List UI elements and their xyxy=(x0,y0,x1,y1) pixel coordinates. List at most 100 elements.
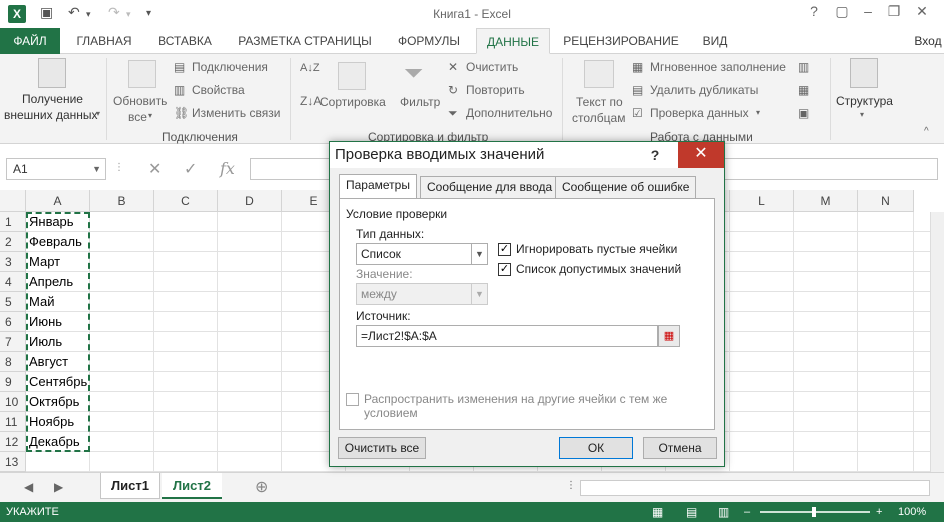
sort-az-icon[interactable]: A↓Z xyxy=(300,62,320,74)
row-header[interactable]: 3 xyxy=(0,252,26,272)
horizontal-scrollbar[interactable] xyxy=(580,480,930,496)
cell-a[interactable]: Январь xyxy=(26,212,90,232)
sort-button[interactable]: Сортировка xyxy=(320,95,386,109)
ok-button[interactable]: ОК xyxy=(559,437,633,459)
outline-button[interactable]: Структура xyxy=(836,94,893,108)
cell-a[interactable]: Декабрь xyxy=(26,432,90,452)
tab-review[interactable]: РЕЦЕНЗИРОВАНИЕ xyxy=(556,28,686,54)
column-header[interactable]: M xyxy=(794,190,858,212)
tab-home[interactable]: ГЛАВНАЯ xyxy=(66,28,142,54)
consolidate-icon[interactable]: ▥ xyxy=(798,60,809,74)
dialog-title-bar[interactable]: Проверка вводимых значений ? ✕ xyxy=(330,142,724,168)
reapply-button[interactable]: Повторить xyxy=(466,83,525,97)
clear-button[interactable]: Очистить xyxy=(466,60,518,74)
refresh-all-button[interactable]: Обновить xyxy=(113,94,167,108)
row-header[interactable]: 9 xyxy=(0,372,26,392)
cell-a[interactable]: Апрель xyxy=(26,272,90,292)
page-break-view-icon[interactable]: ▥ xyxy=(718,502,729,522)
dialog-help-button[interactable]: ? xyxy=(632,142,678,168)
tab-formulas[interactable]: ФОРМУЛЫ xyxy=(388,28,470,54)
row-header[interactable]: 7 xyxy=(0,332,26,352)
sort-za-icon[interactable]: Z↓A xyxy=(300,94,321,108)
cell-a[interactable]: Октябрь xyxy=(26,392,90,412)
page-layout-view-icon[interactable]: ▤ xyxy=(686,502,697,522)
zoom-out-icon[interactable]: – xyxy=(744,502,750,522)
select-all-corner[interactable] xyxy=(0,190,26,212)
help-icon[interactable]: ? xyxy=(804,3,824,19)
column-header[interactable]: C xyxy=(154,190,218,212)
source-input[interactable]: =Лист2!$A:$A xyxy=(356,325,658,347)
tab-insert[interactable]: ВСТАВКА xyxy=(148,28,222,54)
properties-button[interactable]: Свойства xyxy=(192,83,245,97)
what-if-icon[interactable]: ▦ xyxy=(798,83,809,97)
close-icon[interactable]: ✕ xyxy=(912,3,932,20)
connections-button[interactable]: Подключения xyxy=(192,60,268,74)
column-header[interactable]: A xyxy=(26,190,90,212)
add-sheet-icon[interactable]: ⊕ xyxy=(255,477,268,497)
ignore-blank-label[interactable]: Игнорировать пустые ячейки xyxy=(516,242,677,256)
tab-file[interactable]: ФАЙЛ xyxy=(0,28,60,54)
tab-input-message[interactable]: Сообщение для ввода xyxy=(420,176,560,198)
row-header[interactable]: 4 xyxy=(0,272,26,292)
row-header[interactable]: 6 xyxy=(0,312,26,332)
dialog-close-button[interactable]: ✕ xyxy=(678,142,724,168)
sign-in-link[interactable]: Вход xyxy=(912,28,944,54)
text-to-columns-button[interactable]: Текст по xyxy=(576,95,623,109)
cancel-entry-icon[interactable]: ✕ xyxy=(148,159,161,179)
prev-sheet-icon[interactable]: ◀ xyxy=(24,480,33,494)
collapse-range-icon[interactable]: ▦ xyxy=(658,325,680,347)
sheet-tab-1[interactable]: Лист1 xyxy=(100,473,160,499)
column-header[interactable]: N xyxy=(858,190,914,212)
formula-bar-handle-icon[interactable]: ⋮ xyxy=(114,162,124,173)
column-header[interactable]: L xyxy=(730,190,794,212)
confirm-entry-icon[interactable]: ✓ xyxy=(184,159,197,179)
ribbon-display-icon[interactable]: ▢ xyxy=(832,3,852,20)
normal-view-icon[interactable]: ▦ xyxy=(652,502,663,522)
get-external-data-button[interactable]: Получение xyxy=(22,92,83,106)
zoom-slider-thumb[interactable] xyxy=(812,507,816,517)
row-header[interactable]: 11 xyxy=(0,412,26,432)
tab-data[interactable]: ДАННЫЕ xyxy=(476,28,550,54)
cell-a[interactable]: Май xyxy=(26,292,90,312)
get-external-data-label2[interactable]: внешних данных xyxy=(4,108,98,122)
row-header[interactable]: 8 xyxy=(0,352,26,372)
tab-error-alert[interactable]: Сообщение об ошибке xyxy=(555,176,697,198)
tab-split-handle-icon[interactable]: ⋮ xyxy=(566,480,576,491)
in-cell-dropdown-checkbox[interactable]: ✓ xyxy=(498,263,511,276)
zoom-level[interactable]: 100% xyxy=(898,502,926,522)
row-header[interactable]: 10 xyxy=(0,392,26,412)
flash-fill-button[interactable]: Мгновенное заполнение xyxy=(650,60,786,74)
remove-duplicates-button[interactable]: Удалить дубликаты xyxy=(650,83,758,97)
ignore-blank-checkbox[interactable]: ✓ xyxy=(498,243,511,256)
vertical-scrollbar[interactable] xyxy=(930,212,944,472)
row-header[interactable]: 1 xyxy=(0,212,26,232)
text-to-columns-label2[interactable]: столбцам xyxy=(572,111,625,125)
zoom-in-icon[interactable]: + xyxy=(876,502,882,522)
clear-all-button[interactable]: Очистить все xyxy=(338,437,426,459)
cell-a[interactable] xyxy=(26,452,90,472)
cell-a[interactable]: Февраль xyxy=(26,232,90,252)
column-header[interactable]: B xyxy=(90,190,154,212)
data-type-select[interactable]: Список ▼ xyxy=(356,243,488,265)
refresh-all-label2[interactable]: все xyxy=(128,110,147,124)
chevron-down-icon[interactable]: ▼ xyxy=(471,244,487,264)
sheet-tab-2[interactable]: Лист2 xyxy=(162,473,222,499)
minimize-icon[interactable]: – xyxy=(858,3,878,19)
tab-page-layout[interactable]: РАЗМЕТКА СТРАНИЦЫ xyxy=(228,28,382,54)
data-validation-button[interactable]: Проверка данных xyxy=(650,106,749,120)
cell-a[interactable]: Июль xyxy=(26,332,90,352)
tab-settings[interactable]: Параметры xyxy=(339,174,417,199)
in-cell-dropdown-label[interactable]: Список допустимых значений xyxy=(516,262,681,276)
edit-links-button[interactable]: Изменить связи xyxy=(192,106,280,120)
cell-a[interactable]: Август xyxy=(26,352,90,372)
filter-button[interactable]: Фильтр xyxy=(400,95,440,109)
chevron-down-icon[interactable]: ▼ xyxy=(92,159,101,179)
relationships-icon[interactable]: ▣ xyxy=(798,106,809,120)
column-header[interactable]: D xyxy=(218,190,282,212)
restore-icon[interactable]: ❐ xyxy=(884,3,904,20)
cell-a[interactable]: Ноябрь xyxy=(26,412,90,432)
next-sheet-icon[interactable]: ▶ xyxy=(54,480,63,494)
row-header[interactable]: 2 xyxy=(0,232,26,252)
collapse-ribbon-icon[interactable]: ^ xyxy=(924,126,929,137)
row-header[interactable]: 5 xyxy=(0,292,26,312)
